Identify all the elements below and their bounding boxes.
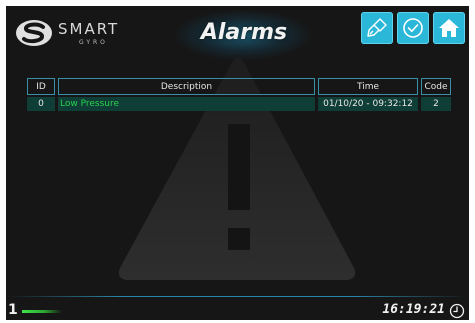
alarm-description: Low Pressure (58, 95, 315, 111)
page-title: Alarms (200, 20, 288, 45)
clear-button[interactable] (361, 12, 393, 44)
alarm-time: 01/10/20 - 09:32:12 (318, 95, 418, 111)
page-number: 1 (8, 302, 18, 318)
brand-logo-icon (16, 20, 52, 46)
table-row[interactable]: 0 Low Pressure 01/10/20 - 09:32:12 2 (27, 95, 451, 111)
check-circle-icon (403, 18, 423, 38)
alarm-id: 0 (27, 95, 55, 111)
clock-icon (449, 303, 465, 319)
column-header-description: Description (58, 78, 315, 95)
column-header-code: Code (421, 78, 451, 95)
clock-time: 16:19:21 (382, 302, 445, 317)
page-indicator-bar (22, 310, 62, 313)
home-button[interactable] (433, 12, 465, 44)
alarm-table: ID Description Time Code 0 Low Pressure … (24, 78, 454, 111)
brush-icon (367, 18, 387, 37)
brand-subtitle: GYRO (79, 39, 108, 46)
home-icon (439, 19, 459, 37)
brand-name: SMART (58, 20, 120, 38)
acknowledge-button[interactable] (397, 12, 429, 44)
alarm-code: 2 (421, 95, 451, 111)
hmi-screen: SMART GYRO Alarms ID Description Time Co… (6, 6, 469, 320)
table-header-row: ID Description Time Code (27, 78, 451, 95)
column-header-time: Time (318, 78, 418, 95)
column-header-id: ID (27, 78, 55, 95)
footer-divider (6, 296, 469, 297)
